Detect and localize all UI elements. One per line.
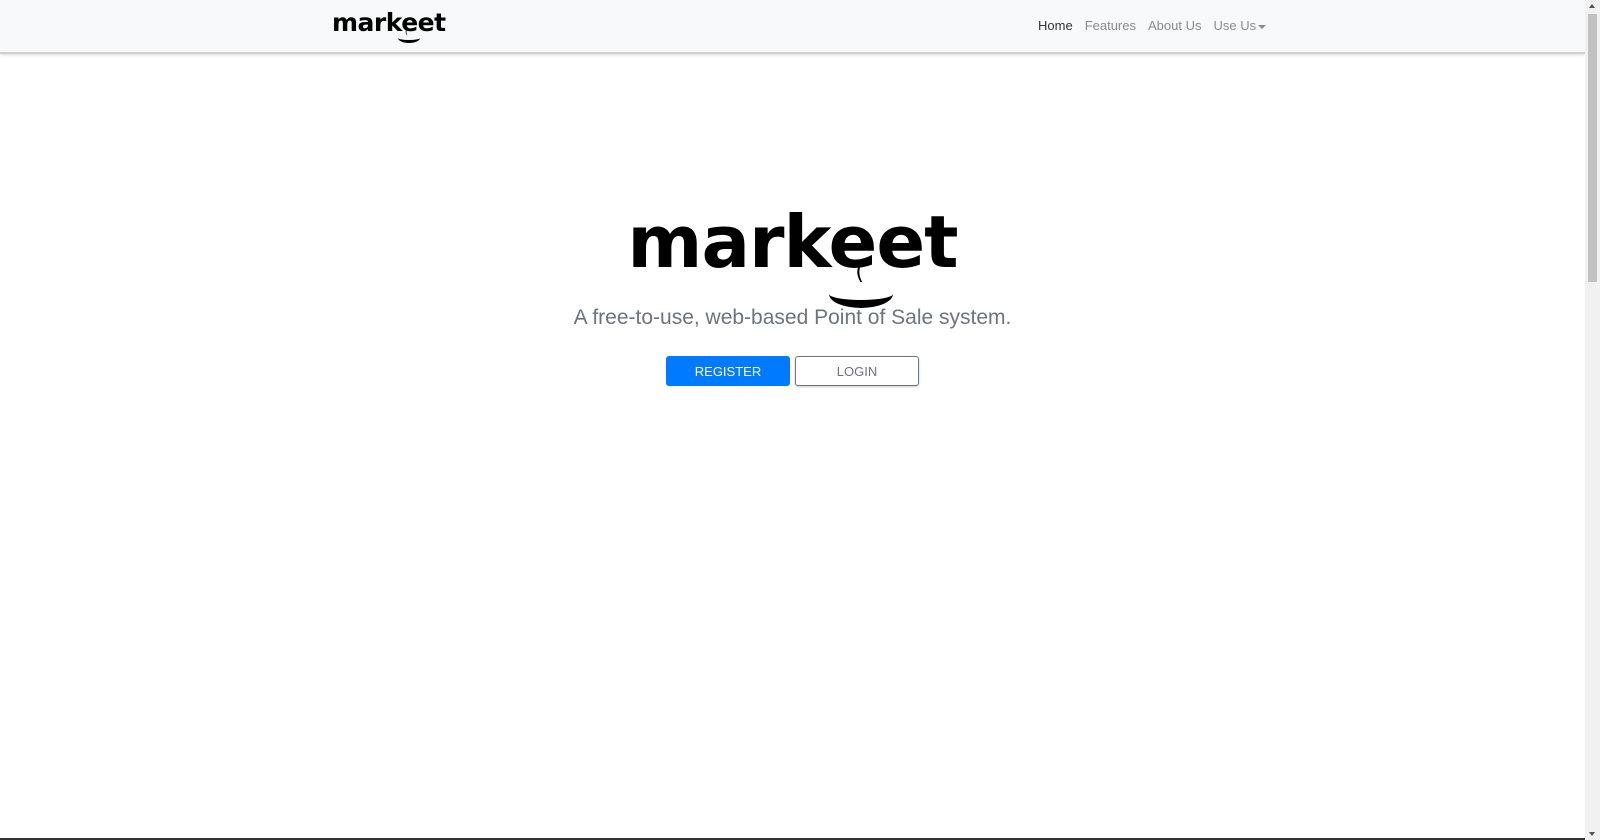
logo-smile-icon <box>398 33 420 43</box>
hero-section: markeet ( A free-to-use, web-based Point… <box>0 200 1585 386</box>
register-button[interactable]: REGISTER <box>666 356 790 386</box>
nav-links: Home Features About Us Use Us <box>1032 18 1272 33</box>
caret-down-icon <box>1258 24 1267 29</box>
login-button[interactable]: LOGIN <box>795 356 919 386</box>
vertical-scrollbar[interactable] <box>1585 0 1600 840</box>
navbar: markeet ( Home Features About Us Use Us <box>0 0 1585 54</box>
nav-use-us-dropdown[interactable]: Use Us <box>1207 18 1272 33</box>
scroll-up-icon[interactable] <box>1589 4 1595 8</box>
nav-about-us[interactable]: About Us <box>1142 18 1207 33</box>
nav-features[interactable]: Features <box>1079 18 1142 33</box>
brand-logo-text: markeet <box>332 8 446 37</box>
scrollbar-thumb[interactable] <box>1588 14 1597 282</box>
nav-use-us-label: Use Us <box>1213 18 1257 33</box>
hero-logo-text: markeet <box>627 200 958 284</box>
auth-buttons: REGISTER LOGIN <box>0 356 1585 386</box>
logo-smile-icon <box>829 280 894 308</box>
brand-logo-link[interactable]: markeet ( <box>332 8 446 43</box>
hero-logo: markeet ( <box>627 200 959 308</box>
scroll-down-icon[interactable] <box>1589 832 1595 836</box>
nav-home[interactable]: Home <box>1032 18 1079 33</box>
brand-logo: markeet ( <box>332 8 446 43</box>
tagline: A free-to-use, web-based Point of Sale s… <box>573 306 1012 329</box>
